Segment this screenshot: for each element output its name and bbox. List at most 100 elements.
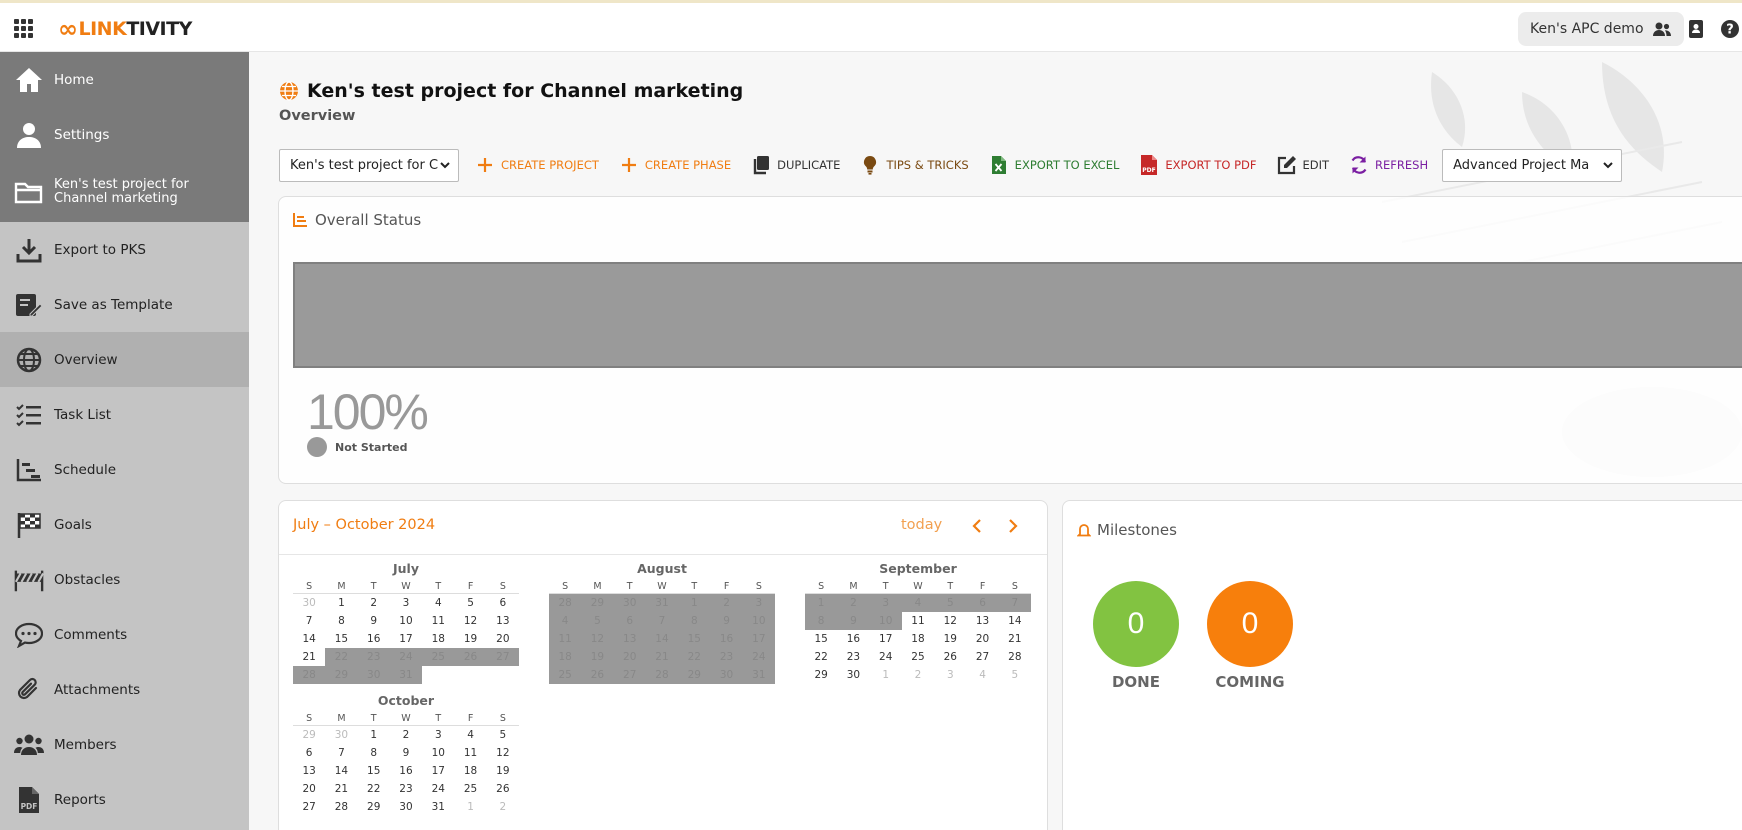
calendar-day[interactable]: 9 [390, 744, 422, 762]
calendar-day[interactable]: 1 [358, 726, 390, 744]
calendar-day[interactable]: 13 [293, 762, 325, 780]
calendar-day[interactable]: 5 [999, 666, 1031, 684]
calendar-day[interactable]: 7 [293, 612, 325, 630]
calendar-day[interactable]: 6 [487, 594, 519, 612]
calendar-day[interactable]: 28 [645, 666, 679, 684]
calendar-day[interactable]: 17 [742, 630, 775, 648]
calendar-day[interactable]: 25 [902, 648, 934, 666]
calendar-day[interactable]: 14 [645, 630, 679, 648]
calendar-day[interactable]: 1 [870, 666, 902, 684]
calendar-day[interactable]: 21 [325, 780, 357, 798]
chevron-left-icon[interactable] [967, 516, 987, 536]
calendar-day[interactable]: 26 [934, 648, 966, 666]
calendar-day[interactable]: 29 [358, 798, 390, 816]
contacts-icon[interactable] [1686, 19, 1706, 39]
refresh-button[interactable]: REFRESH [1339, 148, 1438, 182]
calendar-day[interactable]: 21 [999, 630, 1031, 648]
app-logo[interactable]: ∞ LINK TIVITY [58, 15, 192, 43]
chevron-right-icon[interactable] [1003, 516, 1023, 536]
calendar-day[interactable]: 29 [325, 666, 358, 684]
calendar-day[interactable]: 6 [293, 744, 325, 762]
calendar-day[interactable]: 7 [325, 744, 357, 762]
help-icon[interactable]: ? [1720, 19, 1740, 39]
calendar-day[interactable]: 12 [934, 612, 966, 630]
export-excel-button[interactable]: EXPORT TO EXCEL [979, 148, 1130, 182]
calendar-day[interactable]: 3 [742, 594, 775, 612]
calendar-day[interactable]: 4 [422, 594, 454, 612]
calendar-day[interactable]: 14 [293, 630, 325, 648]
calendar-day[interactable]: 13 [966, 612, 998, 630]
calendar-day[interactable]: 24 [389, 648, 423, 666]
calendar-day[interactable]: 31 [645, 594, 679, 612]
calendar-day[interactable]: 22 [678, 648, 711, 666]
edit-button[interactable]: EDIT [1267, 148, 1340, 182]
calendar-day[interactable]: 19 [487, 762, 519, 780]
calendar-day[interactable]: 8 [358, 744, 390, 762]
sidebar-item-overview[interactable]: Overview [0, 332, 249, 387]
calendar-day[interactable]: 17 [390, 630, 422, 648]
calendar-day[interactable]: 27 [613, 666, 646, 684]
calendar-day[interactable]: 18 [454, 762, 486, 780]
sidebar-item-goals[interactable]: Goals [0, 497, 249, 552]
calendar-day[interactable]: 29 [293, 726, 325, 744]
calendar-day[interactable]: 16 [390, 762, 422, 780]
calendar-day[interactable]: 23 [710, 648, 743, 666]
sidebar-item-project[interactable]: Ken's test project for Channel marketing [0, 162, 249, 222]
duplicate-button[interactable]: DUPLICATE [741, 148, 850, 182]
tips-button[interactable]: TIPS & TRICKS [850, 148, 978, 182]
project-select[interactable]: Ken's test project for C [279, 148, 459, 182]
calendar-day[interactable]: 4 [966, 666, 998, 684]
create-phase-button[interactable]: CREATE PHASE [609, 148, 741, 182]
calendar-day[interactable]: 22 [358, 780, 390, 798]
sidebar-item-attachments[interactable]: Attachments [0, 662, 249, 717]
calendar-day[interactable]: 5 [487, 726, 519, 744]
calendar-day[interactable]: 26 [581, 666, 614, 684]
calendar-day[interactable]: 1 [805, 594, 838, 612]
calendar-day[interactable]: 5 [934, 594, 967, 612]
calendar-day[interactable]: 9 [837, 612, 870, 630]
calendar-day[interactable]: 30 [710, 666, 743, 684]
calendar-day[interactable]: 18 [549, 648, 582, 666]
calendar-day[interactable]: 30 [837, 666, 869, 684]
sidebar-item-export-pks[interactable]: Export to PKS [0, 222, 249, 277]
calendar-day[interactable]: 3 [422, 726, 454, 744]
sidebar-item-comments[interactable]: Comments [0, 607, 249, 662]
calendar-day[interactable]: 20 [487, 630, 519, 648]
calendar-day[interactable]: 22 [805, 648, 837, 666]
calendar-day[interactable]: 10 [422, 744, 454, 762]
calendar-day[interactable]: 2 [358, 594, 390, 612]
calendar-day[interactable]: 30 [390, 798, 422, 816]
calendar-day[interactable]: 11 [422, 612, 454, 630]
calendar-day[interactable]: 11 [549, 630, 582, 648]
calendar-day[interactable]: 27 [293, 798, 325, 816]
calendar-day[interactable]: 30 [613, 594, 646, 612]
calendar-day[interactable]: 21 [293, 648, 325, 666]
calendar-day[interactable]: 25 [422, 648, 455, 666]
sidebar-item-settings[interactable]: Settings [0, 107, 249, 162]
calendar-day[interactable]: 19 [934, 630, 966, 648]
calendar-day[interactable]: 25 [454, 780, 486, 798]
app-grid-icon[interactable] [14, 19, 34, 39]
calendar-day[interactable]: 28 [549, 594, 582, 612]
calendar-day[interactable]: 19 [454, 630, 486, 648]
calendar-day[interactable]: 8 [678, 612, 711, 630]
calendar-day[interactable]: 23 [837, 648, 869, 666]
calendar-day[interactable]: 2 [902, 666, 934, 684]
calendar-day[interactable]: 2 [390, 726, 422, 744]
sidebar-item-schedule[interactable]: Schedule [0, 442, 249, 497]
calendar-day[interactable]: 2 [710, 594, 743, 612]
calendar-day[interactable]: 12 [454, 612, 486, 630]
calendar-day[interactable]: 29 [581, 594, 614, 612]
calendar-day[interactable]: 16 [358, 630, 390, 648]
calendar-day[interactable] [422, 666, 454, 684]
calendar-day[interactable]: 20 [613, 648, 646, 666]
calendar-day[interactable]: 30 [325, 726, 357, 744]
calendar-day[interactable]: 23 [390, 780, 422, 798]
calendar-day[interactable]: 6 [613, 612, 646, 630]
calendar-day[interactable]: 13 [487, 612, 519, 630]
calendar-day[interactable]: 29 [678, 666, 711, 684]
calendar-day[interactable]: 28 [999, 648, 1031, 666]
calendar-day[interactable]: 1 [678, 594, 711, 612]
calendar-day[interactable]: 8 [805, 612, 838, 630]
calendar-day[interactable]: 3 [934, 666, 966, 684]
